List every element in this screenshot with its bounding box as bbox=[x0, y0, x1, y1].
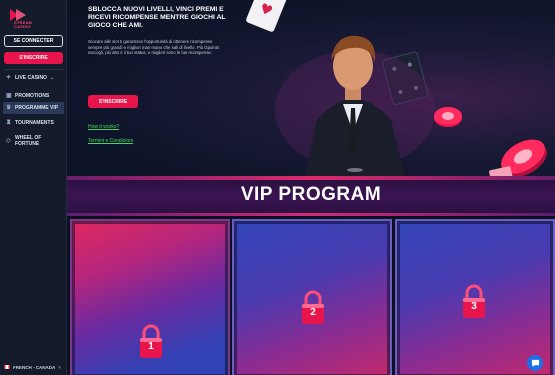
vip-level-cards: 1 2 3 bbox=[67, 216, 555, 375]
sidebar: STREAM CASINO SE CONNECTER S'INSCRIRE ✦ … bbox=[0, 0, 67, 375]
sidebar-item-vip-program[interactable]: ♛ PROGRAMME VIP bbox=[3, 102, 64, 114]
trophy-icon: ♜ bbox=[6, 120, 12, 126]
lock-icon: 3 bbox=[461, 283, 487, 319]
vip-level-card[interactable]: 3 bbox=[395, 219, 555, 375]
app-root: STREAM CASINO SE CONNECTER S'INSCRIRE ✦ … bbox=[0, 0, 555, 375]
sidebar-item-label: WHEEL OF FORTUNE bbox=[15, 135, 42, 147]
canada-flag-icon bbox=[4, 365, 10, 369]
terms-link[interactable]: Termini e Condizioni bbox=[88, 138, 133, 144]
diamond-icon: ✦ bbox=[6, 75, 12, 81]
hero-signup-button[interactable]: S'INSCRIRE bbox=[88, 95, 138, 108]
hero-title: SBLOCCA NUOVI LIVELLI, VINCI PREMI E RIC… bbox=[88, 6, 226, 29]
sidebar-item-label: PROGRAMME VIP bbox=[15, 105, 59, 111]
sidebar-divider bbox=[4, 69, 63, 70]
chat-button[interactable] bbox=[527, 355, 543, 371]
language-label: FRENCH - CANADA bbox=[13, 364, 56, 370]
level-number: 2 bbox=[310, 307, 316, 318]
gift-icon: ▣ bbox=[6, 93, 12, 99]
chevron-down-icon: ⌄ bbox=[49, 75, 55, 81]
how-it-works-link[interactable]: How it works? bbox=[88, 124, 119, 130]
crown-icon: ♛ bbox=[6, 105, 12, 111]
sidebar-item-label: TOURNAMENTS bbox=[15, 120, 54, 126]
logo-text: STREAM CASINO bbox=[14, 20, 33, 29]
signup-button[interactable]: S'INSCRIRE bbox=[4, 52, 63, 64]
sidebar-item-wheel-of-fortune[interactable]: ◇ WHEEL OF FORTUNE bbox=[3, 133, 64, 149]
chat-bubble-icon bbox=[531, 359, 539, 367]
brand-logo[interactable]: STREAM CASINO bbox=[8, 8, 48, 30]
sidebar-item-live-casino[interactable]: ✦ LIVE CASINO ⌄ bbox=[3, 72, 64, 84]
hero-description: Giocare alle slot ti garantisce l'opport… bbox=[88, 39, 220, 56]
sidebar-item-tournaments[interactable]: ♜ TOURNAMENTS bbox=[3, 117, 64, 129]
hero-banner: SBLOCCA NUOVI LIVELLI, VINCI PREMI E RIC… bbox=[67, 0, 555, 178]
vip-title: VIP PROGRAM bbox=[240, 184, 382, 205]
main-content: SBLOCCA NUOVI LIVELLI, VINCI PREMI E RIC… bbox=[67, 0, 555, 375]
connect-button[interactable]: SE CONNECTER bbox=[4, 35, 63, 47]
sidebar-item-label: LIVE CASINO bbox=[15, 75, 47, 81]
level-number: 1 bbox=[148, 341, 154, 352]
chevron-up-icon: ˄ bbox=[58, 364, 61, 370]
hero-illustration: ♥ bbox=[246, 0, 547, 178]
level-number: 3 bbox=[471, 301, 477, 312]
vip-level-card[interactable]: 2 bbox=[232, 219, 392, 375]
vip-level-card[interactable]: 1 bbox=[70, 219, 230, 375]
sidebar-item-label: PROMOTIONS bbox=[15, 93, 50, 99]
lock-icon: 2 bbox=[300, 289, 326, 325]
lock-icon: 1 bbox=[138, 323, 164, 359]
sidebar-item-promotions[interactable]: ▣ PROMOTIONS bbox=[3, 90, 64, 102]
tag-icon: ◇ bbox=[6, 138, 11, 144]
language-selector[interactable]: FRENCH - CANADA ˄ bbox=[4, 362, 61, 372]
